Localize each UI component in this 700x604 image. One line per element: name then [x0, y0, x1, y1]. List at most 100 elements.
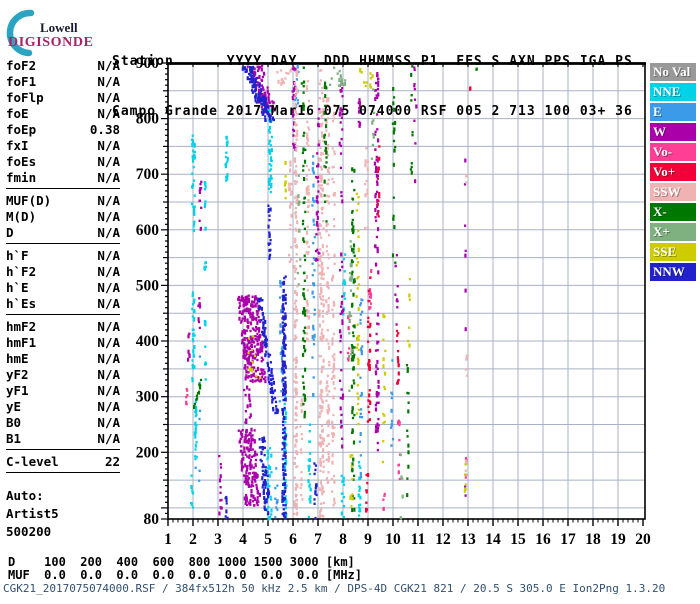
svg-text:500: 500 [136, 277, 160, 294]
svg-text:3: 3 [214, 531, 222, 548]
param-label: yF2 [6, 366, 29, 382]
legend-item-x+: X+ [650, 223, 696, 241]
autoscaling-info: Auto: Artist5 500200 [6, 487, 59, 541]
param-value: N/A [97, 350, 120, 366]
param-label: B1 [6, 430, 22, 446]
param-value: N/A [97, 208, 120, 224]
param-value: N/A [97, 414, 120, 430]
param-group-1: MUF(D) N/A M(D) N/A D N/A [6, 192, 120, 240]
param-label: foF2 [6, 57, 37, 73]
parameter-sidebar: foF2 N/A foF1 N/A foFlp N/A foE N/A foEp 0.38 fxI N… [6, 57, 120, 476]
svg-text:600: 600 [136, 222, 160, 239]
svg-text:15: 15 [510, 531, 526, 548]
sidebar-divider [6, 188, 120, 189]
param-row-hf2: h`F2 N/A [6, 263, 120, 279]
file-info-footer: CGK21_2017075074000.RSF / 384fx512h 50 k… [3, 582, 666, 595]
param-row-foes: foEs N/A [6, 153, 120, 169]
sidebar-divider [6, 314, 120, 315]
param-label: fmin [6, 169, 37, 185]
param-label: D [6, 224, 14, 240]
param-row-hmf1: hmF1 N/A [6, 334, 120, 350]
param-value: N/A [97, 224, 120, 240]
legend-item-w: W [650, 123, 696, 141]
param-value: N/A [97, 279, 120, 295]
header-field-labels: Station YYYY DAY DDD HHMMSS P1 FFS S AXN… [112, 54, 633, 69]
legend-item-x-: X- [650, 203, 696, 221]
param-row-fxi: fxI N/A [6, 137, 120, 153]
legend-item-vo+: Vo+ [650, 163, 696, 181]
auto-line: Auto: [6, 488, 44, 503]
param-value: N/A [97, 192, 120, 208]
param-label: foE [6, 105, 29, 121]
param-row-hme: hmE N/A [6, 350, 120, 366]
param-row-d: D N/A [6, 224, 120, 240]
svg-text:6: 6 [289, 531, 297, 548]
param-row-md: M(D) N/A [6, 208, 120, 224]
svg-text:7: 7 [314, 531, 322, 548]
param-value: N/A [97, 89, 120, 105]
legend-item-nnw: NNW [650, 263, 696, 281]
param-label: fxI [6, 137, 29, 153]
param-row-he: h`E N/A [6, 279, 120, 295]
station-header: Station YYYY DAY DDD HHMMSS P1 FFS S AXN… [112, 21, 633, 137]
svg-text:14: 14 [485, 531, 501, 548]
svg-text:1: 1 [164, 531, 172, 548]
sidebar-divider [6, 243, 120, 244]
svg-text:4: 4 [239, 531, 247, 548]
param-row-yf2: yF2 N/A [6, 366, 120, 382]
param-group-4: C-level 22 [6, 453, 120, 469]
param-value: N/A [97, 73, 120, 89]
logo-lowell-text: Lowell [40, 20, 78, 35]
svg-text:300: 300 [136, 389, 160, 406]
direction-color-legend: No Val NNE E W Vo- Vo+ SSW X- X+ SSE NNW [650, 63, 696, 283]
digisonde-ionogram-page: { "logo": {"line1": "Lowell", "line2": "… [0, 0, 700, 600]
legend-item-e: E [650, 103, 696, 121]
param-value: N/A [97, 137, 120, 153]
param-value: N/A [97, 382, 120, 398]
param-value: N/A [97, 318, 120, 334]
param-label: C-level [6, 453, 59, 469]
param-value: N/A [97, 263, 120, 279]
param-row-fof2: foF2 N/A [6, 57, 120, 73]
svg-text:11: 11 [411, 531, 426, 548]
param-row-hmf2: hmF2 N/A [6, 318, 120, 334]
param-row-ye: yE N/A [6, 398, 120, 414]
param-value: 0.38 [89, 121, 120, 137]
param-row-mufd: MUF(D) N/A [6, 192, 120, 208]
param-label: MUF(D) [6, 192, 52, 208]
param-group-0: foF2 N/A foF1 N/A foFlp N/A foE N/A foEp 0.38 fxI N… [6, 57, 120, 185]
sidebar-divider [6, 472, 120, 473]
svg-text:80: 80 [144, 511, 160, 528]
param-value: N/A [97, 105, 120, 121]
param-label: hmE [6, 350, 29, 366]
param-label: foEp [6, 121, 37, 137]
svg-text:13: 13 [460, 531, 476, 548]
param-label: foF1 [6, 73, 37, 89]
param-row-foe: foE N/A [6, 105, 120, 121]
legend-item-nne: NNE [650, 83, 696, 101]
param-label: h`Es [6, 295, 37, 311]
svg-text:18: 18 [585, 531, 601, 548]
param-row-hes: h`Es N/A [6, 295, 120, 311]
param-value: 22 [104, 453, 120, 469]
param-value: N/A [97, 398, 120, 414]
param-label: h`F [6, 247, 29, 263]
param-group-3: hmF2 N/A hmF1 N/A hmE N/A yF2 N/A yF1 N/A yE N/A B0 N… [6, 318, 120, 446]
svg-text:200: 200 [136, 444, 160, 461]
param-row-foflp: foFlp N/A [6, 89, 120, 105]
param-value: N/A [97, 57, 120, 73]
auto-line: Artist5 [6, 506, 59, 521]
svg-text:9: 9 [364, 531, 372, 548]
param-label: hmF1 [6, 334, 37, 350]
param-label: hmF2 [6, 318, 37, 334]
legend-item-sse: SSE [650, 243, 696, 261]
svg-text:20: 20 [635, 531, 651, 548]
param-value: N/A [97, 334, 120, 350]
svg-text:2: 2 [189, 531, 197, 548]
param-row-clevel: C-level 22 [6, 453, 120, 469]
lowell-digisonde-logo: Lowell DIGISONDE [2, 6, 112, 57]
param-label: h`F2 [6, 263, 37, 279]
param-label: M(D) [6, 208, 37, 224]
sidebar-divider [6, 449, 120, 450]
legend-item-no-val: No Val [650, 63, 696, 81]
